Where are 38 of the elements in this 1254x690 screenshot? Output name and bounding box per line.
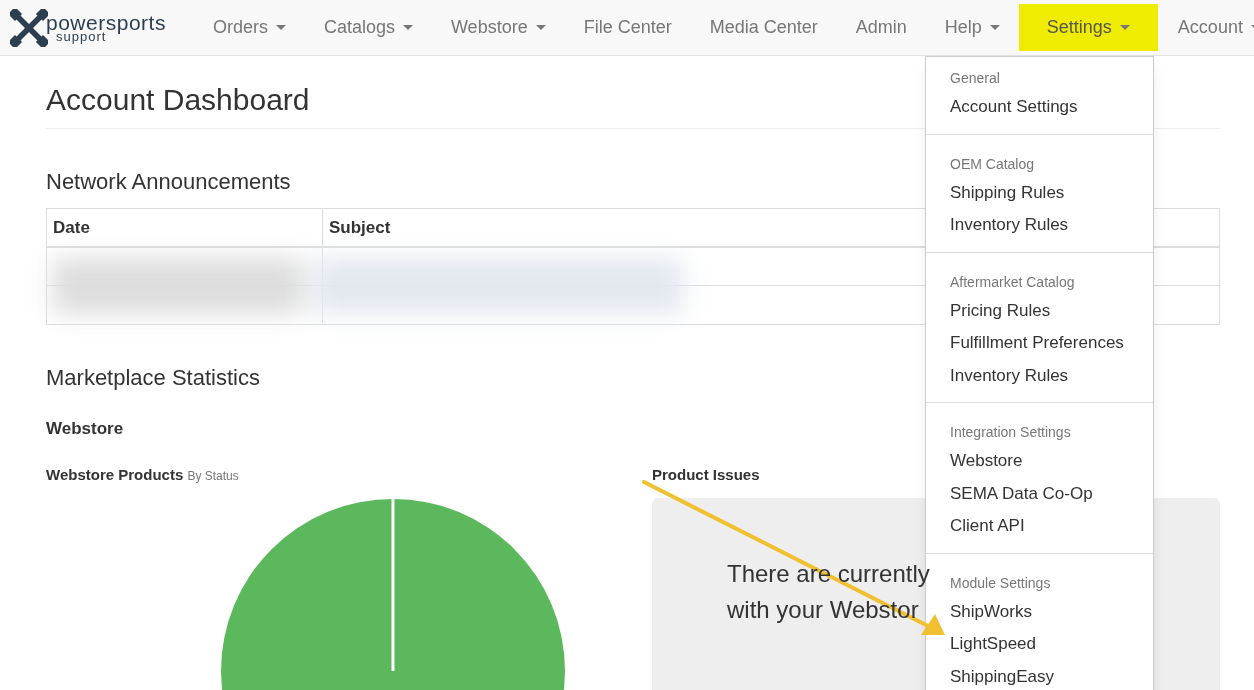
menu-item[interactable]: Inventory Rules <box>926 209 1153 242</box>
section-heading: Network Announcements <box>46 168 291 196</box>
nav-item[interactable]: Orders <box>193 4 305 51</box>
logo-icon <box>10 8 48 47</box>
menu-item[interactable]: LightSpeed <box>926 628 1153 661</box>
menu-item[interactable]: SEMA Data Co-Op <box>926 477 1153 510</box>
menu-item[interactable]: Shipping Rules <box>926 176 1153 209</box>
empty-message-line: There are currently <box>727 559 930 589</box>
menu-item[interactable]: ShipWorks <box>926 595 1153 628</box>
nav-item[interactable]: Webstore <box>431 4 565 51</box>
nav-item[interactable]: Settings <box>1018 4 1158 51</box>
menu-section-header: OEM Catalog <box>949 154 1036 174</box>
page-title: Account Dashboard <box>46 82 310 118</box>
menu-item[interactable]: Webstore <box>926 445 1153 478</box>
column-header: Subject <box>329 216 391 239</box>
nav-item[interactable]: Catalogs <box>304 4 432 51</box>
menu-section-header: Module Settings <box>949 573 1052 593</box>
column-header: Date <box>53 216 90 239</box>
nav-item[interactable]: Admin <box>836 4 926 51</box>
panel-heading: Product Issues <box>652 464 761 485</box>
menu-item[interactable]: Account Settings <box>926 91 1153 124</box>
nav-item[interactable]: File Center <box>564 4 691 51</box>
menu-section-header: General <box>949 69 1001 88</box>
brand-tagline: support <box>56 30 107 43</box>
subsection-heading: Webstore <box>46 418 124 440</box>
nav-item[interactable]: Media Center <box>690 4 837 51</box>
menu-item[interactable]: Client API <box>926 510 1153 543</box>
menu-section-header: Integration Settings <box>949 423 1072 442</box>
section-heading: Marketplace Statistics <box>46 364 260 392</box>
menu-item[interactable]: Fulfillment Preferences <box>926 327 1153 360</box>
panel-heading: Webstore Products By Status <box>46 464 240 485</box>
brand-name: powersports <box>46 12 166 33</box>
menu-item[interactable]: Pricing Rules <box>926 294 1153 327</box>
nav-item[interactable]: Help <box>925 4 1019 51</box>
nav-item[interactable]: Account <box>1158 4 1254 51</box>
menu-section-header: Aftermarket Catalog <box>949 272 1076 292</box>
menu-item[interactable]: Inventory Rules <box>926 359 1153 392</box>
menu-item[interactable]: ShippingEasy <box>926 660 1153 690</box>
